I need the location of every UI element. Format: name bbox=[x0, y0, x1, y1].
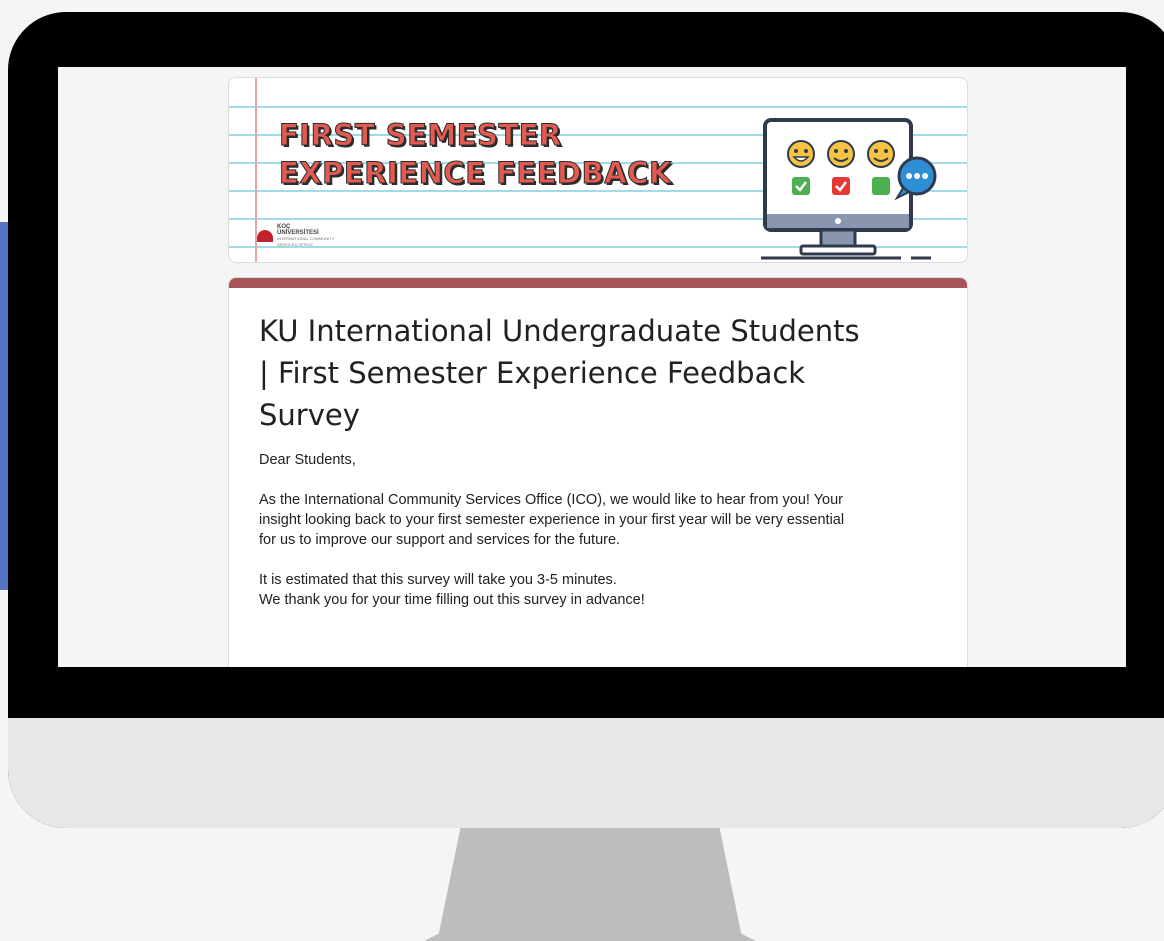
monitor-stand bbox=[410, 828, 770, 941]
screen: FIRST SEMESTER EXPERIENCE FEEDBACK KOÇ Ü… bbox=[58, 67, 1126, 667]
banner-title-line-2: EXPERIENCE FEEDBACK bbox=[279, 156, 672, 191]
logo-mark-icon bbox=[257, 230, 273, 242]
checkbox-icon bbox=[792, 177, 890, 195]
scene: FIRST SEMESTER EXPERIENCE FEEDBACK KOÇ Ü… bbox=[0, 0, 1164, 941]
logo-text-line-4: SERVICES OFFICE bbox=[277, 242, 313, 247]
form-title: KU International Undergraduate Students … bbox=[259, 310, 937, 436]
estimate-line-2: We thank you for your time filling out t… bbox=[259, 592, 645, 608]
form-title-line-1: KU International Undergraduate Students bbox=[259, 314, 860, 348]
form-description-card: KU International Undergraduate Students … bbox=[228, 277, 968, 667]
computer-monitor-icon bbox=[761, 118, 937, 260]
ruled-line bbox=[229, 106, 967, 108]
banner-title: FIRST SEMESTER EXPERIENCE FEEDBACK bbox=[279, 116, 672, 192]
estimate-line-1: It is estimated that this survey will ta… bbox=[259, 572, 617, 588]
form-title-line-3: Survey bbox=[259, 398, 360, 432]
card-accent-bar bbox=[229, 278, 967, 288]
intro-paragraph: As the International Community Services … bbox=[259, 490, 937, 550]
form-title-line-2: | First Semester Experience Feedback bbox=[259, 356, 806, 390]
koc-university-logo: KOÇ ÜNİVERSİTESİ INTERNATIONAL COMMUNITY… bbox=[257, 224, 334, 248]
intro-line-3: for us to improve our support and servic… bbox=[259, 532, 621, 548]
intro-line-1: As the International Community Services … bbox=[259, 492, 844, 508]
smiley-face-icon bbox=[787, 140, 895, 168]
chat-bubble-icon bbox=[894, 156, 937, 201]
estimate-paragraph: It is estimated that this survey will ta… bbox=[259, 570, 937, 610]
banner-title-line-1: FIRST SEMESTER bbox=[279, 118, 562, 153]
intro-line-2: insight looking back to your first semes… bbox=[259, 512, 845, 528]
monitor-chin bbox=[8, 718, 1164, 828]
greeting-text: Dear Students, bbox=[259, 452, 356, 468]
form-header-banner: FIRST SEMESTER EXPERIENCE FEEDBACK KOÇ Ü… bbox=[228, 77, 968, 263]
